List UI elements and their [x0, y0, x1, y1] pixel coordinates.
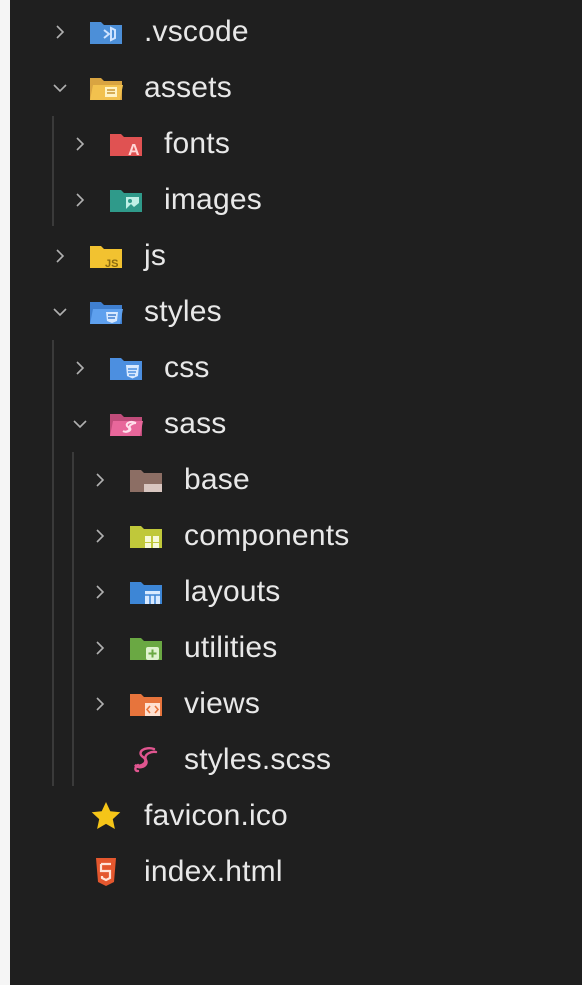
chevron-right-icon[interactable] — [86, 522, 114, 550]
tree-item-label: views — [184, 687, 261, 720]
sass-folder-icon — [108, 408, 144, 440]
chevron-right-icon[interactable] — [86, 578, 114, 606]
tree-item-label: favicon.ico — [144, 799, 288, 832]
chevron-right-icon[interactable] — [86, 634, 114, 662]
svg-text:A: A — [128, 142, 140, 159]
utilities-folder-icon — [128, 632, 164, 664]
chevron-right-icon[interactable] — [86, 466, 114, 494]
base-folder-icon — [128, 464, 164, 496]
tree-item-css[interactable]: css — [10, 340, 582, 396]
tree-item-label: assets — [144, 71, 232, 104]
chevron-right-icon[interactable] — [66, 186, 94, 214]
tree-item-label: images — [164, 183, 262, 216]
vscode-folder-icon — [88, 16, 124, 48]
tree-item-label: index.html — [144, 855, 283, 888]
tree-item-styles[interactable]: styles — [10, 284, 582, 340]
images-folder-icon — [108, 184, 144, 216]
tree-item-base[interactable]: base — [10, 452, 582, 508]
layouts-folder-icon — [128, 576, 164, 608]
tree-item-fonts[interactable]: A fonts — [10, 116, 582, 172]
sass-file-icon — [128, 744, 164, 776]
chevron-down-icon[interactable] — [46, 74, 74, 102]
tree-item-label: sass — [164, 407, 227, 440]
js-folder-icon: JS — [88, 240, 124, 272]
chevron-right-icon[interactable] — [66, 130, 94, 158]
assets-folder-icon — [88, 72, 124, 104]
chevron-down-icon[interactable] — [46, 298, 74, 326]
file-explorer: .vscode assets A fonts images JS js styl… — [10, 0, 582, 985]
tree-item-utilities[interactable]: utilities — [10, 620, 582, 676]
tree-item-assets[interactable]: assets — [10, 60, 582, 116]
tree-item-label: base — [184, 463, 250, 496]
tree-item-images[interactable]: images — [10, 172, 582, 228]
tree-item-label: styles — [144, 295, 222, 328]
tree-item-views[interactable]: views — [10, 676, 582, 732]
svg-text:JS: JS — [105, 258, 118, 270]
tree-item-sass[interactable]: sass — [10, 396, 582, 452]
tree-item-vscode[interactable]: .vscode — [10, 4, 582, 60]
tree-item-label: styles.scss — [184, 743, 332, 776]
css-folder-icon — [108, 352, 144, 384]
html5-icon — [88, 856, 124, 888]
tree-item-label: css — [164, 351, 210, 384]
chevron-right-icon[interactable] — [66, 354, 94, 382]
tree-item-favicon[interactable]: favicon.ico — [10, 788, 582, 844]
tree-item-js[interactable]: JS js — [10, 228, 582, 284]
chevron-right-icon[interactable] — [46, 242, 74, 270]
views-folder-icon — [128, 688, 164, 720]
star-icon — [88, 800, 124, 832]
chevron-down-icon[interactable] — [66, 410, 94, 438]
chevron-right-icon[interactable] — [86, 690, 114, 718]
tree-item-label: js — [144, 239, 167, 272]
tree-item-label: utilities — [184, 631, 278, 664]
tree-item-components[interactable]: components — [10, 508, 582, 564]
tree-item-styles-scss[interactable]: styles.scss — [10, 732, 582, 788]
styles-folder-icon — [88, 296, 124, 328]
tree-item-label: components — [184, 519, 350, 552]
tree-item-index-html[interactable]: index.html — [10, 844, 582, 900]
fonts-folder-icon: A — [108, 128, 144, 160]
components-folder-icon — [128, 520, 164, 552]
tree-item-label: layouts — [184, 575, 281, 608]
tree-item-label: .vscode — [144, 15, 249, 48]
tree-item-label: fonts — [164, 127, 231, 160]
chevron-right-icon[interactable] — [46, 18, 74, 46]
tree-item-layouts[interactable]: layouts — [10, 564, 582, 620]
